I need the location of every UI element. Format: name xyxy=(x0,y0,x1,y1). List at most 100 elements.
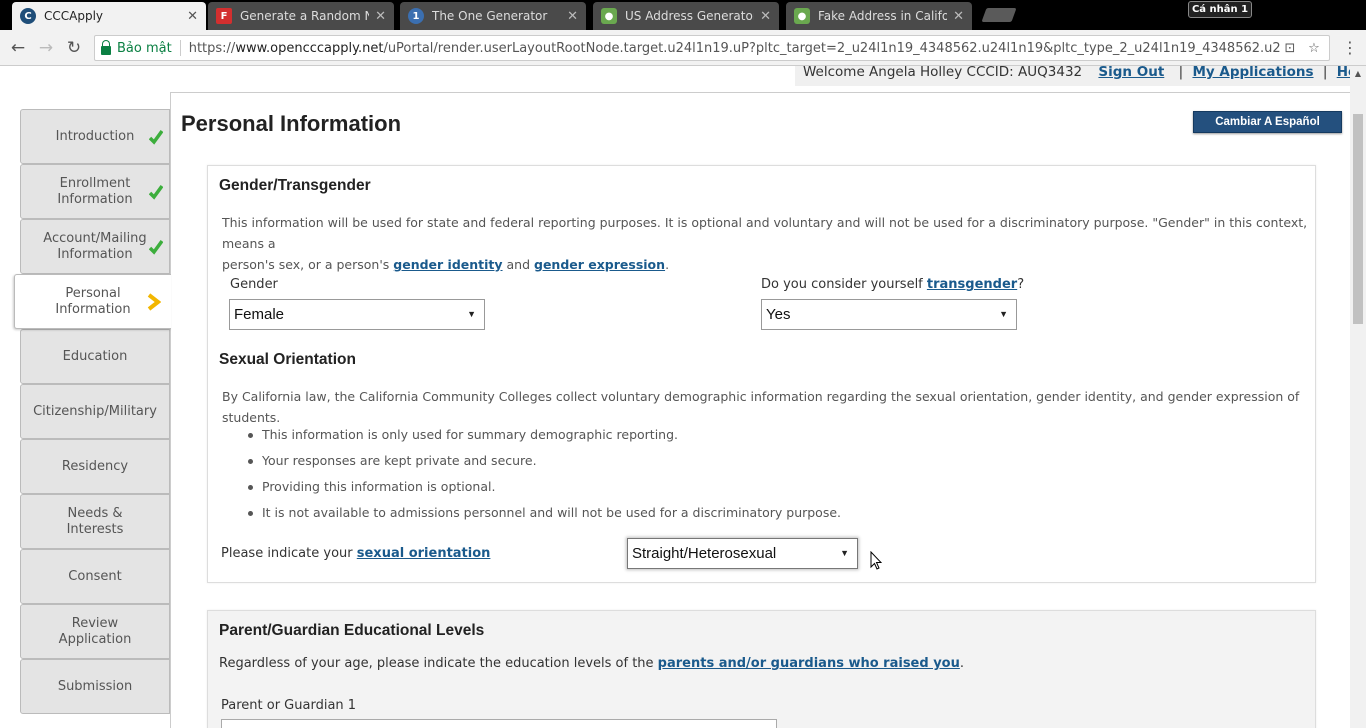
tab-title: Fake Address in Californi xyxy=(818,9,948,23)
browser-menu-icon[interactable]: ⋮ xyxy=(1342,38,1358,58)
sidebar-item-education[interactable]: Education xyxy=(20,329,170,384)
cambiar-espanol-button[interactable]: Cambiar A Español xyxy=(1193,111,1342,133)
secure-label: Bảo mật xyxy=(117,40,172,56)
close-tab-icon[interactable]: ✕ xyxy=(760,9,771,24)
orientation-bullet-list: This information is only used for summar… xyxy=(248,427,841,531)
sidebar-item-citizenship-military[interactable]: Citizenship/Military xyxy=(20,384,170,439)
my-applications-link[interactable]: My Applications xyxy=(1192,66,1313,80)
page: Welcome Angela Holley CCCID: AUQ3432 Sig… xyxy=(0,66,1366,728)
sign-out-link[interactable]: Sign Out xyxy=(1098,66,1164,80)
sidebar-item-label: Citizenship/Military xyxy=(33,403,157,419)
divider: | xyxy=(1178,66,1184,80)
browser-tab-cccapply[interactable]: C CCCApply ✕ xyxy=(12,2,206,30)
sidebar-item-submission[interactable]: Submission xyxy=(20,659,170,714)
sidebar-item-enrollment[interactable]: Enrollment Information xyxy=(20,164,170,219)
welcome-bar: Welcome Angela Holley CCCID: AUQ3432 Sig… xyxy=(795,66,1366,86)
page-scrollbar[interactable]: ▲ xyxy=(1350,66,1366,728)
parent-intro-text: Regardless of your age, please indicate … xyxy=(219,656,658,671)
sidebar-item-personal-information[interactable]: Personal Information xyxy=(14,274,171,329)
translate-icon[interactable]: ⊡ xyxy=(1281,41,1299,56)
checkmark-icon xyxy=(149,239,163,255)
url-host: www.opencccapply.net xyxy=(235,40,384,56)
parents-guardians-link[interactable]: parents and/or guardians who raised you xyxy=(658,656,960,671)
browser-tab-bar: C CCCApply ✕ F Generate a Random Nam ✕ 1… xyxy=(0,0,1366,30)
dropdown-caret-icon: ▼ xyxy=(840,548,849,558)
url-text[interactable]: https://www.opencccapply.net/uPortal/ren… xyxy=(189,41,1281,56)
chevron-right-icon xyxy=(147,293,161,311)
guardian1-select[interactable] xyxy=(221,719,777,728)
checkmark-icon xyxy=(149,129,163,145)
browser-tab-one-generator[interactable]: 1 The One Generator ✕ xyxy=(400,2,586,30)
sidebar-item-needs-interests[interactable]: Needs & Interests xyxy=(20,494,170,549)
sidebar-item-label: Review Application xyxy=(58,615,132,647)
gender-identity-link[interactable]: gender identity xyxy=(393,257,502,272)
gender-select-value: Female xyxy=(234,306,285,323)
browser-tab-fake-address[interactable]: ● Fake Address in Californi ✕ xyxy=(786,2,972,30)
sidebar-item-account-mailing[interactable]: Account/Mailing Information xyxy=(20,219,170,274)
sidebar-item-label: Introduction xyxy=(55,128,135,144)
sexual-orientation-link[interactable]: sexual orientation xyxy=(357,546,491,561)
one-generator-favicon-icon: 1 xyxy=(408,8,424,24)
gender-select[interactable]: Female ▼ xyxy=(229,299,485,330)
lock-icon xyxy=(101,39,111,55)
orientation-select-value: Straight/Heterosexual xyxy=(632,545,777,562)
sexual-orientation-select[interactable]: Straight/Heterosexual ▼ xyxy=(627,538,858,569)
orientation-prompt-text: Please indicate your xyxy=(221,546,357,561)
checkmark-icon xyxy=(149,184,163,200)
cccapply-favicon-icon: C xyxy=(20,8,36,24)
gender-orientation-panel: Gender/Transgender This information will… xyxy=(207,165,1316,583)
sidebar-item-consent[interactable]: Consent xyxy=(20,549,170,604)
sidebar-item-label: Account/Mailing Information xyxy=(43,230,147,262)
url-path: /uPortal/render.userLayoutRootNode.targe… xyxy=(383,40,1281,56)
tab-title: US Address Generator - F xyxy=(625,9,755,23)
sidebar-item-label: Personal Information xyxy=(55,285,131,317)
sidebar-item-residency[interactable]: Residency xyxy=(20,439,170,494)
orientation-prompt: Please indicate your sexual orientation xyxy=(221,546,490,561)
page-title: Personal Information xyxy=(181,111,402,136)
close-tab-icon[interactable]: ✕ xyxy=(567,9,578,24)
map-pin-favicon-icon: ● xyxy=(794,8,810,24)
transgender-label: Do you consider yourself transgender? xyxy=(761,277,1024,292)
gender-label: Gender xyxy=(230,277,278,292)
address-bar[interactable]: Bảo mật https://www.opencccapply.net/uPo… xyxy=(94,35,1330,61)
tab-title: The One Generator xyxy=(432,9,548,23)
f-favicon-icon: F xyxy=(216,8,232,24)
browser-toolbar: ← → ↻ Bảo mật https://www.opencccapply.n… xyxy=(0,30,1366,66)
profile-button[interactable]: Cá nhân 1 xyxy=(1188,1,1252,18)
scroll-up-arrow-icon[interactable]: ▲ xyxy=(1353,69,1363,78)
scrollbar-thumb[interactable] xyxy=(1353,114,1363,324)
sidebar-item-introduction[interactable]: Introduction xyxy=(20,109,170,164)
close-tab-icon[interactable]: ✕ xyxy=(953,9,964,24)
text-period: . xyxy=(959,656,965,671)
forward-arrow-icon[interactable]: → xyxy=(36,38,56,58)
browser-tab-random-name[interactable]: F Generate a Random Nam ✕ xyxy=(208,2,394,30)
sidebar-item-label: Consent xyxy=(68,568,122,584)
transgender-label-text: Do you consider yourself xyxy=(761,277,927,292)
transgender-link[interactable]: transgender xyxy=(927,277,1017,292)
gender-intro-line1: This information will be used for state … xyxy=(222,215,1308,251)
guardian1-label: Parent or Guardian 1 xyxy=(221,698,357,713)
divider xyxy=(179,40,181,56)
sidebar-item-label: Submission xyxy=(57,678,133,694)
back-arrow-icon[interactable]: ← xyxy=(8,38,28,58)
new-tab-button[interactable] xyxy=(981,8,1017,22)
close-tab-icon[interactable]: ✕ xyxy=(187,9,198,24)
transgender-select-value: Yes xyxy=(766,306,791,323)
list-item: Providing this information is optional. xyxy=(248,479,841,505)
list-item: This information is only used for summar… xyxy=(248,427,841,453)
sidebar-item-review-application[interactable]: Review Application xyxy=(20,604,170,659)
star-icon[interactable]: ☆ xyxy=(1305,41,1323,56)
close-tab-icon[interactable]: ✕ xyxy=(375,9,386,24)
mouse-cursor-icon xyxy=(870,551,882,570)
main-content: Personal Information Cambiar A Español G… xyxy=(170,92,1350,728)
divider: | xyxy=(1322,66,1328,80)
gender-intro-text: This information will be used for state … xyxy=(222,212,1312,275)
dropdown-caret-icon: ▼ xyxy=(999,309,1008,319)
sexual-orientation-heading: Sexual Orientation xyxy=(219,351,356,368)
transgender-select[interactable]: Yes ▼ xyxy=(761,299,1017,330)
gender-expression-link[interactable]: gender expression xyxy=(534,257,665,272)
browser-tab-us-address[interactable]: ● US Address Generator - F ✕ xyxy=(593,2,779,30)
text-period: . xyxy=(665,257,670,272)
parent-guardian-panel: Parent/Guardian Educational Levels Regar… xyxy=(207,610,1316,728)
reload-icon[interactable]: ↻ xyxy=(64,38,84,58)
